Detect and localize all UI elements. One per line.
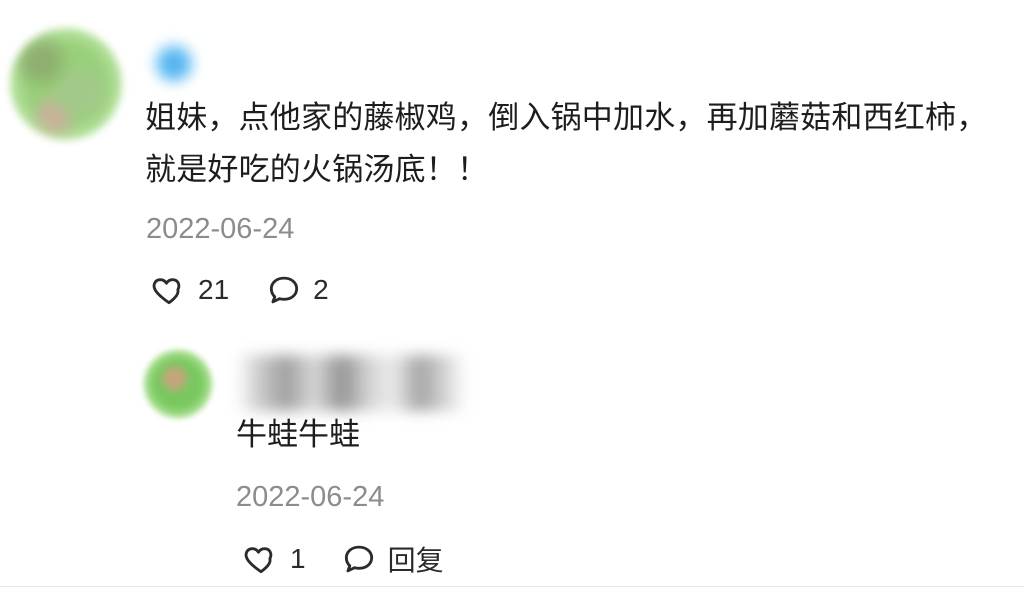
divider <box>0 586 1024 587</box>
heart-outline-icon <box>152 278 181 305</box>
comment-item: 姐妹，点他家的藤椒鸡，倒入锅中加水，再加蘑菇和西红柿，就是好吃的火锅汤底！！ 2… <box>0 0 1024 345</box>
comment-date: 2022-06-24 <box>146 213 295 245</box>
speech-bubble-icon <box>270 276 299 304</box>
comment-text: 姐妹，点他家的藤椒鸡，倒入锅中加水，再加蘑菇和西红柿，就是好吃的火锅汤底！！ <box>145 100 988 188</box>
avatar[interactable] <box>10 28 122 140</box>
reply-count: 2 <box>313 274 329 305</box>
reply-count-button[interactable]: 2 <box>265 271 329 309</box>
reply-actions: 1 回复 <box>242 539 478 579</box>
reply-text: 牛蛙牛蛙 <box>236 417 360 453</box>
reply-button[interactable]: 回复 <box>340 539 444 579</box>
like-button[interactable]: 21 <box>150 271 229 309</box>
comment-actions: 21 2 <box>150 271 365 309</box>
reply-like-button[interactable]: 1 <box>242 540 306 578</box>
reply-like-count: 1 <box>290 543 306 574</box>
heart-outline-icon <box>244 547 273 574</box>
reply-date: 2022-06-24 <box>236 481 385 513</box>
speech-bubble-icon <box>344 545 373 573</box>
reply-avatar[interactable] <box>143 349 213 419</box>
reply-label: 回复 <box>387 545 444 576</box>
like-count: 21 <box>198 274 230 305</box>
reply-username-blurred <box>236 355 466 411</box>
reply-item: 牛蛙牛蛙 2022-06-24 1 回复 <box>0 345 1024 610</box>
username-blurred <box>148 35 200 87</box>
